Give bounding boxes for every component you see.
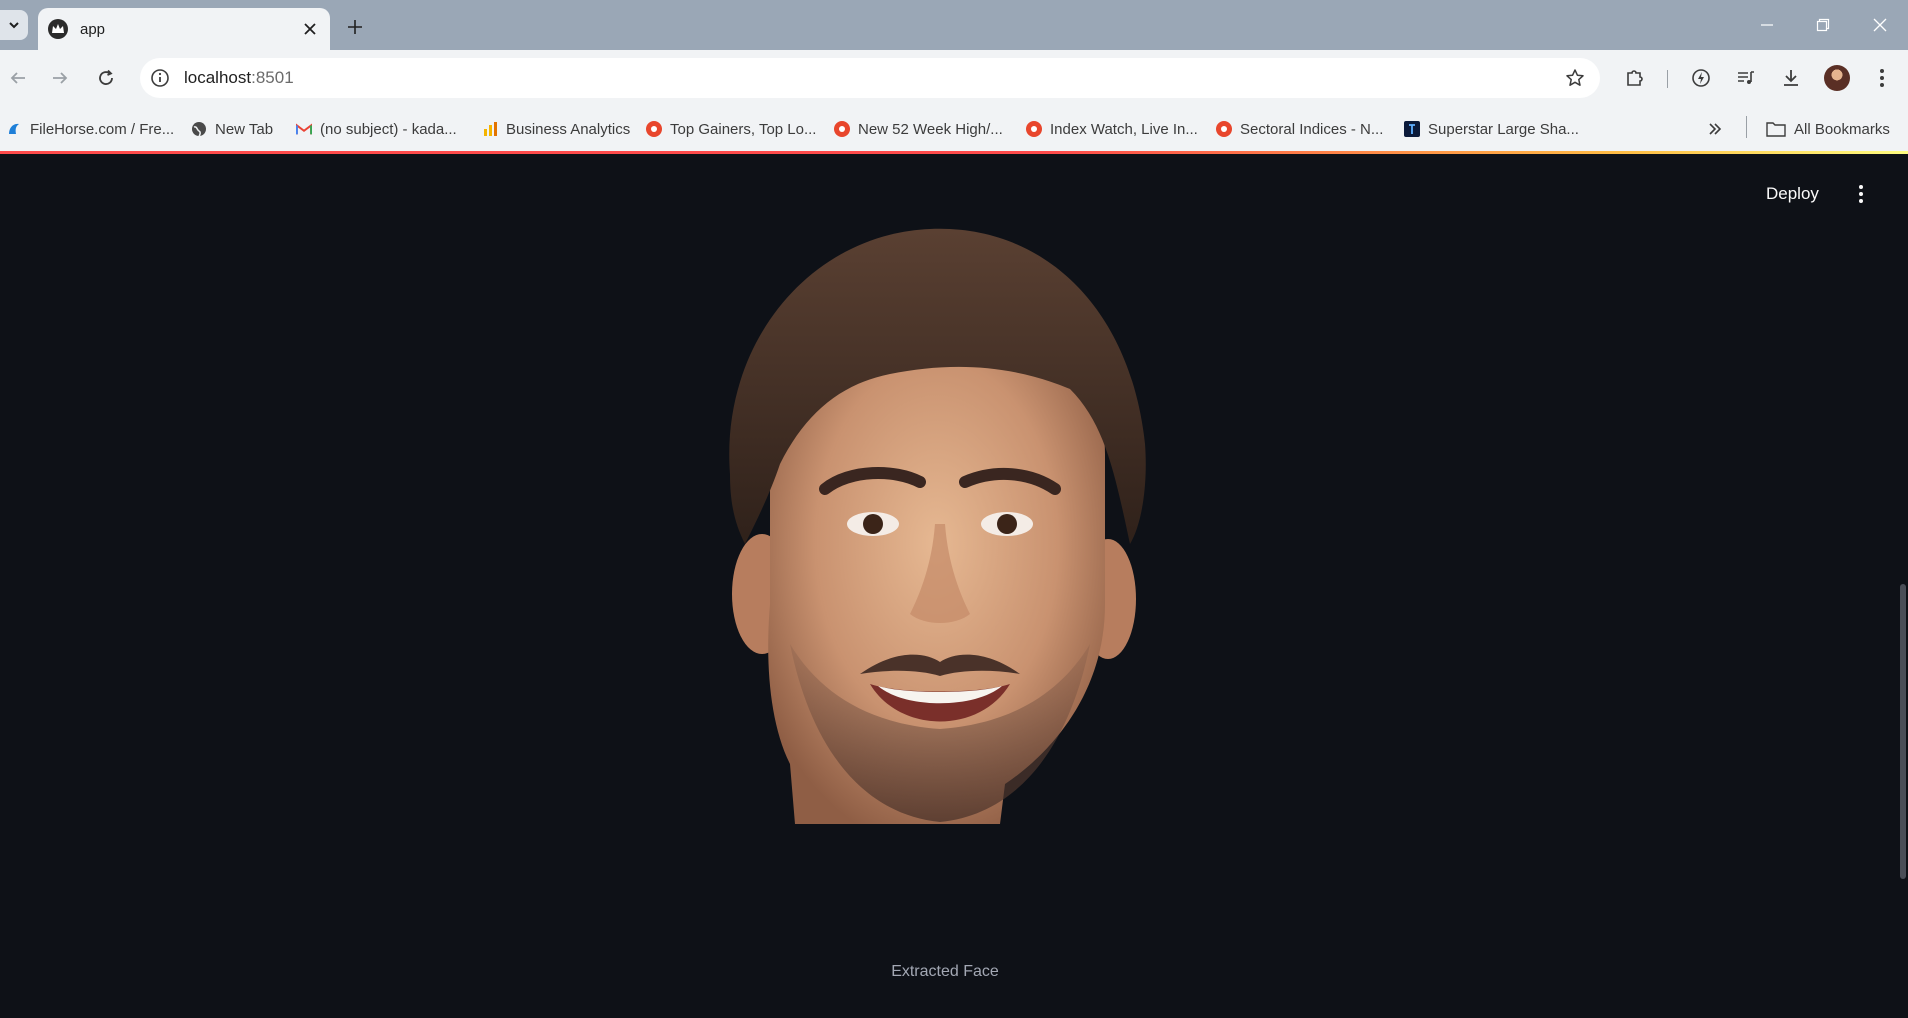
bookmark-label: Top Gainers, Top Lo... [670, 120, 817, 138]
tab-strip: app [0, 0, 1908, 50]
more-bookmarks-button[interactable] [1708, 117, 1722, 141]
bookmark-label: Index Watch, Live In... [1050, 120, 1198, 138]
deploy-button[interactable]: Deploy [1766, 184, 1819, 204]
url-port: :8501 [251, 68, 294, 87]
url-text[interactable]: localhost:8501 [184, 68, 1560, 88]
bookmark-item[interactable]: New 52 Week High/... [834, 117, 1003, 141]
bookmark-item[interactable]: Sectoral Indices - N... [1216, 117, 1383, 141]
gmail-icon [296, 121, 312, 137]
back-button[interactable] [2, 62, 34, 94]
arrow-right-icon [53, 72, 68, 84]
app-main: Deploy Extracted Face [0, 154, 1908, 1018]
bookmark-label: Superstar Large Sha... [1428, 120, 1579, 138]
plus-icon [348, 20, 362, 34]
bookmarks-divider [1746, 116, 1747, 138]
extension-lightning-button[interactable] [1686, 63, 1716, 93]
dark-site-icon [1404, 121, 1420, 137]
bookmark-item[interactable]: FileHorse.com / Fre... [6, 117, 174, 141]
image-caption: Extracted Face [891, 963, 999, 980]
browser-menu-button[interactable] [1867, 63, 1897, 93]
kebab-menu-icon [1859, 185, 1863, 203]
bookmark-item[interactable]: Index Watch, Live In... [1026, 117, 1198, 141]
red-site-icon [646, 121, 662, 137]
red-site-icon [1216, 121, 1232, 137]
streamlit-crown-icon [48, 19, 68, 39]
reload-button[interactable] [90, 62, 122, 94]
puzzle-icon [1627, 70, 1643, 86]
double-chevron-right-icon [1709, 123, 1722, 135]
bookmark-item[interactable]: Business Analytics [482, 117, 630, 141]
browser-toolbar: localhost:8501 [0, 50, 1908, 107]
close-tab-button[interactable] [298, 17, 322, 41]
minimize-button[interactable] [1739, 0, 1794, 50]
kebab-menu-icon [1880, 69, 1884, 87]
media-controls-button[interactable] [1731, 63, 1761, 93]
star-icon [1566, 69, 1584, 86]
url-host: localhost [184, 68, 252, 87]
bookmark-label: Sectoral Indices - N... [1240, 120, 1384, 138]
profile-avatar[interactable] [1824, 65, 1850, 91]
tab-title: app [80, 20, 106, 38]
chevron-down-icon [9, 22, 19, 29]
info-icon [151, 69, 169, 87]
extensions-button[interactable] [1620, 63, 1650, 93]
tab-search-button[interactable] [0, 10, 28, 40]
filehorse-icon [6, 121, 22, 137]
lightning-circle-icon [1692, 69, 1710, 87]
download-icon [1784, 70, 1798, 86]
new-tab-button[interactable] [340, 12, 370, 42]
red-site-icon [834, 121, 850, 137]
bookmark-star-button[interactable] [1560, 63, 1590, 93]
bookmark-item[interactable]: Top Gainers, Top Lo... [646, 117, 816, 141]
bookmark-label: New 52 Week High/... [858, 120, 1003, 138]
app-menu-button[interactable] [1848, 179, 1874, 209]
extracted-face-image [710, 224, 1170, 844]
downloads-button[interactable] [1776, 63, 1806, 93]
forward-button[interactable] [44, 62, 76, 94]
bookmark-label: (no subject) - kada... [320, 120, 457, 138]
analytics-icon [482, 121, 498, 137]
reload-icon [99, 69, 113, 85]
browser-tab[interactable]: app [38, 8, 330, 50]
close-icon [1873, 18, 1886, 32]
toolbar-divider [1667, 70, 1668, 88]
bookmark-label: Business Analytics [506, 120, 631, 138]
address-bar[interactable]: localhost:8501 [140, 58, 1600, 98]
bookmark-label: FileHorse.com / Fre... [30, 120, 175, 138]
minimize-icon [1760, 24, 1773, 26]
bookmark-item[interactable]: Superstar Large Sha... [1404, 117, 1579, 141]
bookmarks-bar: FileHorse.com / Fre... New Tab (no subje… [0, 107, 1908, 151]
all-bookmarks-button[interactable]: All Bookmarks [1766, 117, 1890, 141]
bookmark-item[interactable]: New Tab [191, 117, 273, 141]
window-close-button[interactable] [1852, 0, 1907, 50]
page-scrollbar[interactable] [1900, 584, 1906, 879]
bookmark-label: New Tab [215, 120, 274, 138]
all-bookmarks-label: All Bookmarks [1794, 120, 1890, 138]
music-queue-icon [1738, 71, 1754, 84]
bookmark-item[interactable]: (no subject) - kada... [296, 117, 457, 141]
arrow-left-icon [10, 72, 25, 84]
red-site-icon [1026, 121, 1042, 137]
restore-button[interactable] [1795, 0, 1850, 50]
globe-icon [191, 121, 207, 137]
site-info-button[interactable] [146, 64, 174, 92]
restore-icon [1816, 18, 1829, 32]
folder-icon [1766, 121, 1786, 137]
close-icon [304, 23, 316, 35]
